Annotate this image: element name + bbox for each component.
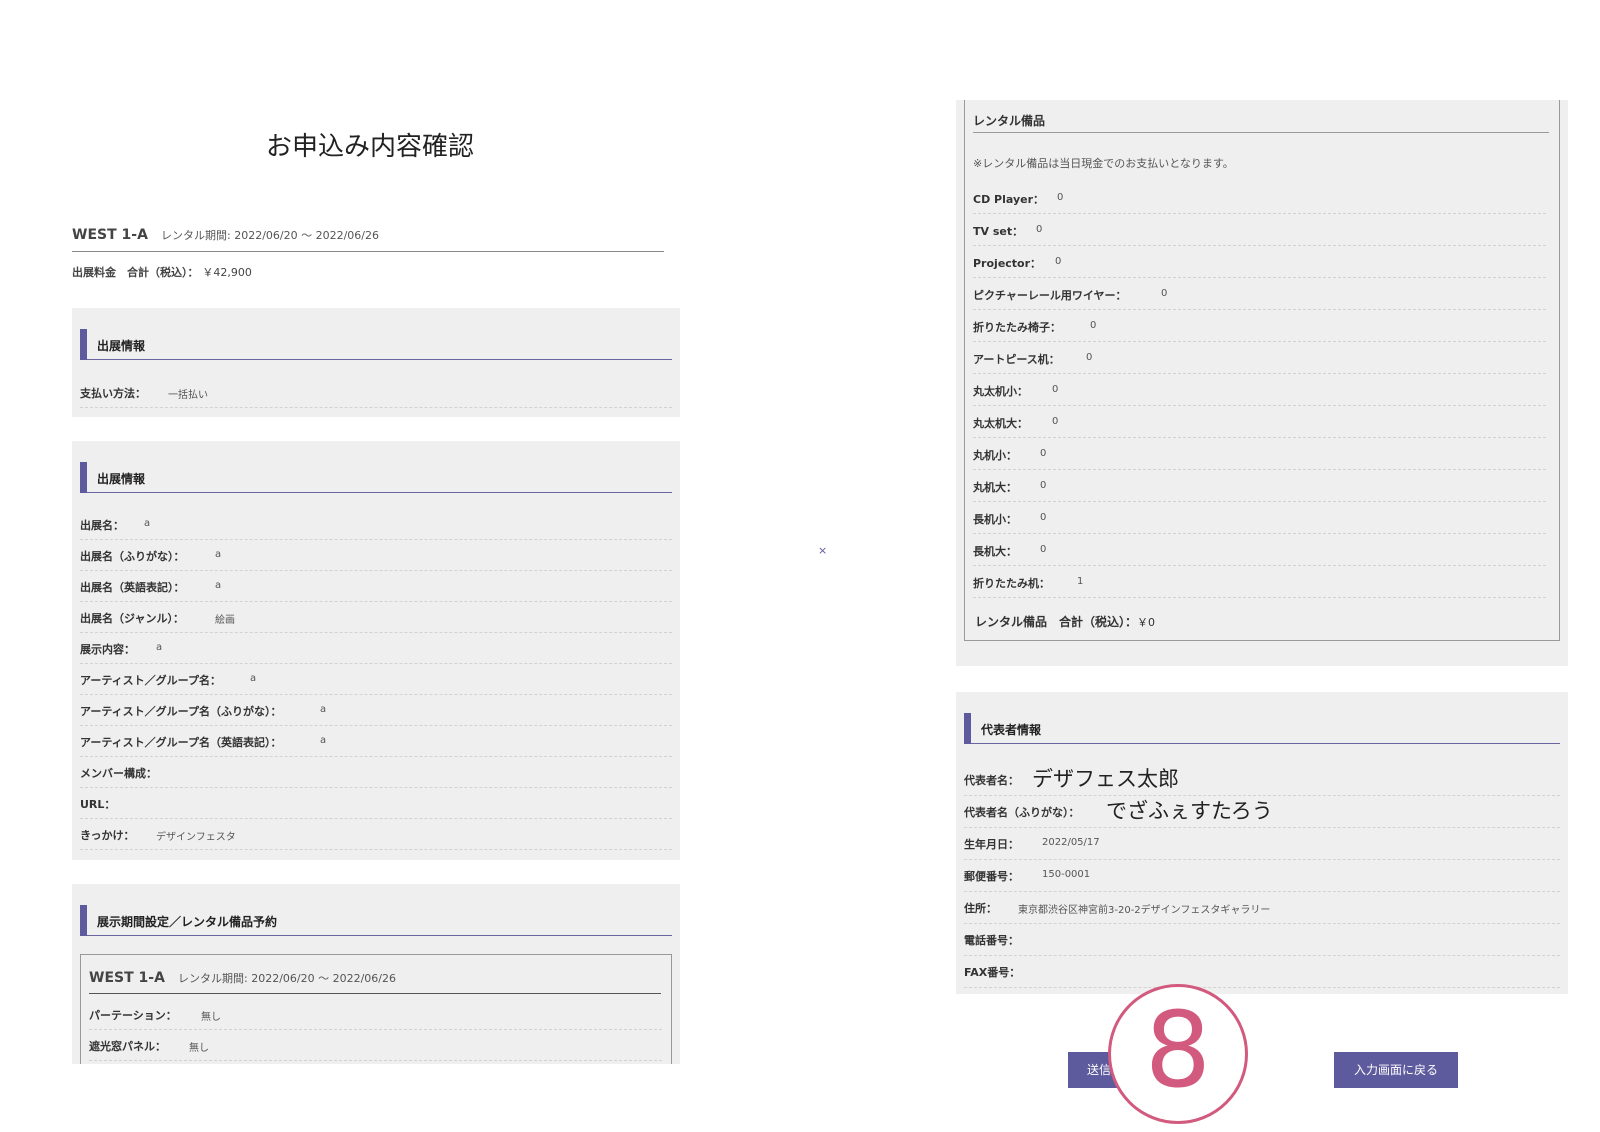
- list-item: FAX番号：: [964, 956, 1560, 988]
- list-item: 電話番号：: [964, 924, 1560, 956]
- list-item: 丸机小： 0: [973, 439, 1546, 470]
- representative-section: 代表者情報 代表者名： デザフェス太郎 代表者名（ふりがな）： でざふぇすたろう…: [956, 692, 1568, 994]
- list-item: 長机大： 0: [973, 535, 1546, 566]
- period-rental-section: 展示期間設定／レンタル備品予約 WEST 1-A レンタル期間: 2022/06…: [72, 884, 680, 1064]
- fee-total: 出展料金 合計（税込）： ￥42,900: [72, 264, 252, 280]
- rental-total: レンタル備品 合計（税込）：￥0: [975, 615, 1156, 629]
- rental-heading: レンタル備品: [973, 110, 1549, 133]
- list-item: 生年月日： 2022/05/17: [964, 828, 1560, 860]
- section-heading: 出展情報: [80, 329, 672, 360]
- list-item: TV set： 0: [973, 215, 1546, 246]
- list-item: 代表者名（ふりがな）： でざふぇすたろう: [964, 796, 1560, 828]
- plan-period: レンタル期間: 2022/06/20 〜 2022/06/26: [161, 229, 379, 242]
- list-item: メンバー構成：: [80, 757, 672, 788]
- list-item: パーテーション： 無し: [89, 999, 662, 1030]
- rental-box: レンタル備品 ※レンタル備品は当日現金でのお支払いとなります。 CD Playe…: [964, 100, 1560, 641]
- list-item: CD Player： 0: [973, 183, 1546, 214]
- plan-summary: WEST 1-A レンタル期間: 2022/06/20 〜 2022/06/26: [72, 224, 664, 252]
- section-heading: 展示期間設定／レンタル備品予約: [80, 905, 672, 936]
- rental-note: ※レンタル備品は当日現金でのお支払いとなります。: [973, 157, 1234, 170]
- payment-method-row: 支払い方法： 一括払い: [80, 377, 672, 408]
- list-item: 丸机大： 0: [973, 471, 1546, 502]
- back-button[interactable]: 入力画面に戻る: [1334, 1052, 1458, 1088]
- list-item: 出展名（英語表記）： a: [80, 571, 672, 602]
- list-item: アーティスト／グループ名（ふりがな）： a: [80, 695, 672, 726]
- list-item: URL：: [80, 788, 672, 819]
- payment-section: 出展情報 支払い方法： 一括払い: [72, 308, 680, 417]
- exhibit-info-section: 出展情報 出展名： a 出展名（ふりがな）： a 出展名（英語表記）： a 出展名（ジ…: [72, 441, 680, 860]
- list-item: アーティスト／グループ名（英語表記）： a: [80, 726, 672, 757]
- fee-value: ￥42,900: [202, 266, 252, 279]
- plan-name: WEST 1-A: [72, 227, 148, 243]
- list-item: 展示内容： a: [80, 633, 672, 664]
- list-item: 遮光窓パネル： 無し: [89, 1030, 662, 1061]
- list-item: きっかけ： デザインフェスタ: [80, 819, 672, 850]
- step-number-badge: 8: [1108, 984, 1248, 1124]
- list-item: 折りたたみ椅子： 0: [973, 311, 1546, 342]
- page-title: お申込み内容確認: [265, 132, 474, 162]
- list-item: 郵便番号： 150-0001: [964, 860, 1560, 892]
- list-item: アートピース机： 0: [973, 343, 1546, 374]
- section-heading: 出展情報: [80, 462, 672, 493]
- list-item: アーティスト／グループ名： a: [80, 664, 672, 695]
- list-item: 丸太机小： 0: [973, 375, 1546, 406]
- list-item: 出展名（ふりがな）： a: [80, 540, 672, 571]
- fee-label: 出展料金 合計（税込）：: [72, 266, 199, 279]
- list-item: 代表者名： デザフェス太郎: [964, 763, 1560, 796]
- list-item: 住所： 東京都渋谷区神宮前3-20-2デザインフェスタギャラリー: [964, 892, 1560, 924]
- list-item: 丸太机大： 0: [973, 407, 1546, 438]
- list-item: 長机小： 0: [973, 503, 1546, 534]
- plan-box-header: WEST 1-A レンタル期間: 2022/06/20 〜 2022/06/26: [89, 967, 661, 994]
- rental-items-section: レンタル備品 ※レンタル備品は当日現金でのお支払いとなります。 CD Playe…: [956, 100, 1568, 666]
- plan-box: WEST 1-A レンタル期間: 2022/06/20 〜 2022/06/26…: [80, 954, 672, 1064]
- list-item: 折りたたみ机： 1: [973, 567, 1546, 598]
- list-item: 出展名： a: [80, 509, 672, 540]
- section-heading: 代表者情報: [964, 713, 1560, 744]
- list-item: Projector： 0: [973, 247, 1546, 278]
- close-icon[interactable]: ×: [818, 544, 827, 557]
- list-item: ピクチャーレール用ワイヤー： 0: [973, 279, 1546, 310]
- list-item: 出展名（ジャンル）： 絵画: [80, 602, 672, 633]
